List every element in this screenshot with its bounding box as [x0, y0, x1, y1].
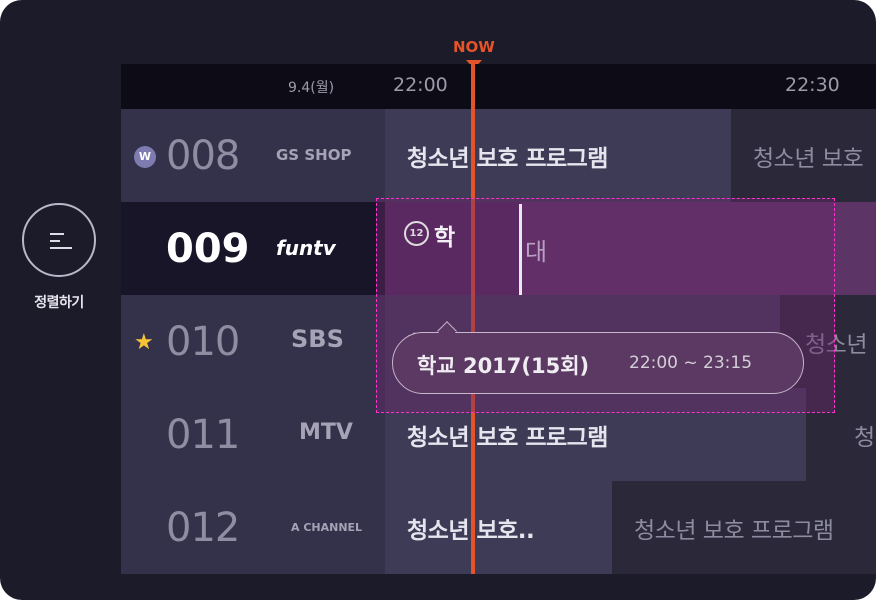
program-title: 청: [854, 425, 875, 451]
channel-number: 009: [166, 226, 250, 272]
channel-cell[interactable]: 009 funtv: [121, 202, 385, 295]
channel-badge-icon: W: [134, 146, 156, 168]
epg-screen: 정렬하기 NOW 9.4(월) 22:00 22:30 W 008 GS SHO…: [0, 0, 876, 600]
channel-row: 012 A CHANNEL 청소년 보호.. 청소년 보호 프로그램: [121, 481, 876, 574]
channel-cell[interactable]: 011 MTV: [121, 388, 385, 481]
channel-logo: GS SHOP: [276, 146, 352, 164]
channel-logo: MTV: [299, 420, 353, 445]
channel-number: 011: [166, 412, 240, 458]
sort-label: 정렬하기: [34, 295, 84, 311]
tooltip-time: 22:00 ~ 23:15: [629, 353, 753, 373]
next-program-title: 대: [525, 238, 548, 266]
channel-logo: funtv: [276, 236, 336, 260]
program-title: 청소년 보호 프로그램: [407, 146, 608, 172]
channel-number: 010: [166, 319, 240, 365]
time-label: 22:00: [393, 74, 448, 96]
sort-lines-icon: [50, 233, 72, 251]
program-cell[interactable]: 청소년 보호: [731, 109, 876, 202]
channel-logo: SBS: [291, 325, 344, 353]
channel-cell[interactable]: W 008 GS SHOP: [121, 109, 385, 202]
program-cell[interactable]: 청소년 보호..: [385, 481, 612, 574]
selected-program-title: 학: [434, 225, 456, 251]
program-title: 청소년 보호 프로그램: [634, 518, 834, 544]
date-label: 9.4(월): [288, 80, 335, 96]
now-label: NOW: [453, 38, 495, 56]
channel-cell[interactable]: 012 A CHANNEL: [121, 481, 385, 574]
program-cell[interactable]: 청소년 보호 프로그램: [385, 109, 731, 202]
time-label: 22:30: [785, 74, 840, 96]
focus-cursor: [519, 204, 522, 295]
channel-number: 008: [166, 133, 240, 179]
tooltip-title: 학교 2017(15회): [417, 354, 590, 378]
favorite-star-icon: ★: [134, 330, 154, 355]
channel-logo: A CHANNEL: [291, 521, 363, 534]
program-title: 청소년 보호: [753, 146, 864, 172]
channel-cell[interactable]: ★ 010 SBS: [121, 295, 385, 388]
channel-row: W 008 GS SHOP 청소년 보호 프로그램 청소년 보호: [121, 109, 876, 202]
age-rating-12-icon: 12: [404, 221, 429, 246]
program-title: 청소년 보호 프로그램: [407, 425, 608, 451]
program-tooltip: 학교 2017(15회) 22:00 ~ 23:15: [392, 321, 804, 394]
program-cell[interactable]: 청소년 보호 프로그램: [612, 481, 876, 574]
sort-button[interactable]: [22, 203, 96, 277]
time-bar: 9.4(월) 22:00 22:30: [121, 64, 876, 109]
channel-number: 012: [166, 505, 240, 551]
